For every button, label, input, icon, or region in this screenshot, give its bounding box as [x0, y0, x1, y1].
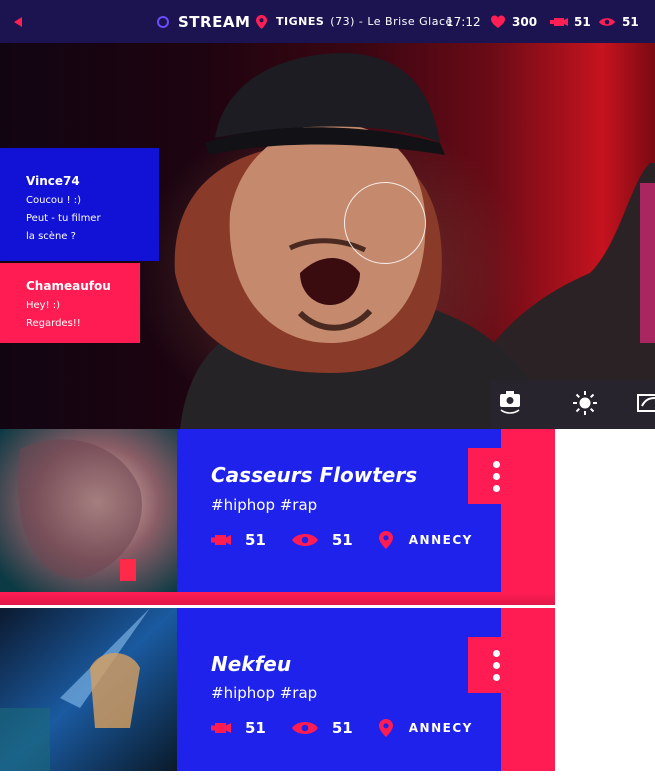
stream-thumbnail [0, 429, 177, 592]
camera-icon [550, 0, 568, 43]
back-button[interactable] [14, 0, 22, 43]
video-toolbar [490, 380, 655, 429]
location-pin-icon [378, 531, 393, 549]
brightness-icon[interactable] [572, 390, 598, 420]
stream-thumbnail [0, 608, 177, 771]
chat-text-line: Hey! :) [26, 300, 61, 311]
live-video[interactable]: Vince74 Coucou ! :) Peut - tu filmer la … [0, 43, 655, 429]
stream-tags: #hiphop #rap [211, 496, 318, 514]
live-indicator-icon [157, 0, 169, 43]
location-pin-icon [256, 0, 267, 43]
location-name: TIGNES [276, 15, 325, 28]
chat-text-line: Peut - tu filmer [26, 213, 101, 224]
chat-text-line: Coucou ! :) [26, 195, 82, 206]
stream-cameras-count: 51 [245, 531, 266, 549]
stream-title[interactable]: Nekfeu [211, 652, 291, 676]
location[interactable]: TIGNES (73) - Le Brise Glace [276, 0, 453, 43]
stream-meta: 51 51 ANNECY [211, 529, 473, 551]
chat-username: Chameaufou [26, 279, 111, 293]
eye-icon [291, 533, 318, 547]
share-icon[interactable] [637, 390, 655, 416]
views-count: 51 [622, 14, 639, 29]
camera-icon [211, 534, 231, 546]
eye-icon [599, 0, 615, 43]
back-arrow-icon [14, 16, 22, 27]
chat-message: Vince74 Coucou ! :) Peut - tu filmer la … [0, 148, 159, 261]
card-divider [0, 592, 555, 605]
top-bar: STREAM TIGNES (73) - Le Brise Glace 17:1… [0, 0, 655, 43]
stream-info-panel: Nekfeu #hiphop #rap 51 51 ANNECY [177, 608, 524, 771]
stream-tags: #hiphop #rap [211, 684, 318, 702]
switch-camera-icon[interactable] [497, 390, 523, 418]
chat-text-line: la scène ? [26, 231, 76, 242]
location-detail: (73) - Le Brise Glace [330, 15, 453, 28]
stream-card[interactable]: Nekfeu #hiphop #rap 51 51 ANNECY [0, 608, 555, 784]
chat-message: Chameaufou Hey! :) Regardes!! [0, 263, 140, 343]
stream-title[interactable]: Casseurs Flowters [211, 463, 417, 487]
card-accent [501, 429, 555, 592]
focus-ring[interactable] [344, 182, 426, 264]
stream-info-panel: Casseurs Flowters #hiphop #rap 51 51 ANN… [177, 429, 524, 592]
eye-icon [291, 721, 318, 735]
stream-cameras-count: 51 [245, 719, 266, 737]
stream-meta: 51 51 ANNECY [211, 717, 473, 739]
camera-icon [211, 722, 231, 734]
chat-username: Vince74 [26, 174, 80, 188]
stream-label: STREAM [178, 12, 251, 31]
heart-icon [491, 0, 505, 43]
card-accent [501, 608, 555, 771]
likes-count: 300 [512, 14, 538, 29]
stream-city: ANNECY [408, 721, 473, 735]
cameras-count: 51 [574, 14, 591, 29]
stream-card[interactable]: Casseurs Flowters #hiphop #rap 51 51 ANN… [0, 429, 555, 605]
stream-views-count: 51 [331, 531, 353, 549]
chat-text-line: Regardes!! [26, 318, 81, 329]
stream-views-count: 51 [331, 719, 353, 737]
stream-city: ANNECY [408, 533, 473, 547]
clock-time: 17:12 [446, 14, 481, 29]
location-pin-icon [378, 719, 393, 737]
